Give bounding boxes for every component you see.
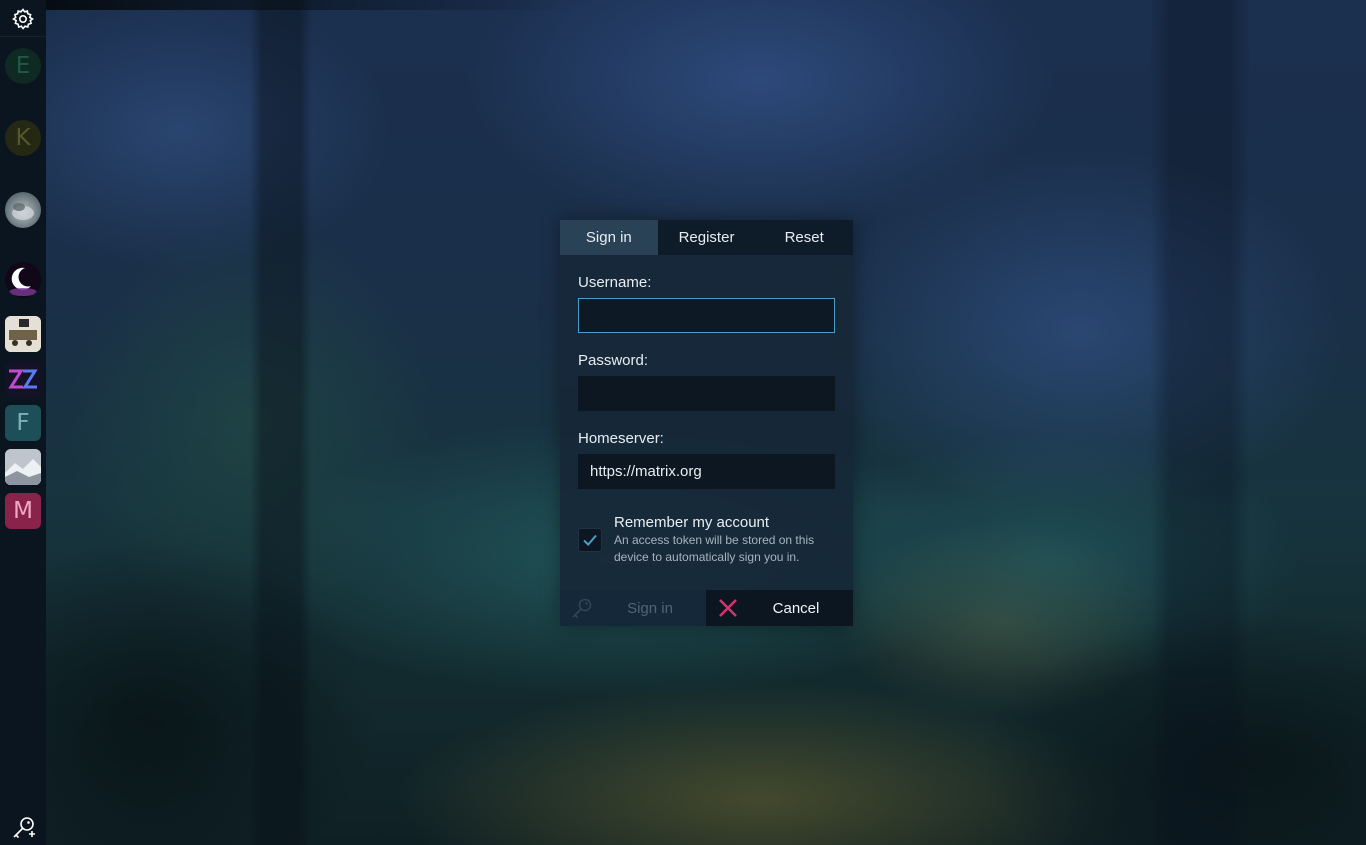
cancel-button[interactable]: Cancel (706, 590, 853, 626)
room-avatar-zz[interactable] (5, 361, 41, 397)
zz-avatar-icon (5, 361, 41, 397)
room-avatar-train[interactable] (5, 316, 41, 352)
settings-gear-icon[interactable] (11, 7, 35, 31)
room-avatar-letter: F (16, 410, 30, 436)
room-avatar-m[interactable]: M (5, 493, 41, 529)
check-icon (583, 534, 597, 546)
homeserver-input[interactable] (578, 454, 835, 489)
tab-register[interactable]: Register (657, 220, 756, 255)
moon-avatar-icon (5, 262, 41, 298)
sidebar-divider (0, 36, 46, 37)
x-icon (716, 596, 740, 620)
room-avatar-snow[interactable] (5, 449, 41, 485)
auth-tabs: Sign in Register Reset (560, 220, 854, 255)
grey-avatar-icon (12, 203, 34, 220)
homeserver-label: Homeserver: (578, 430, 664, 447)
key-icon (570, 596, 594, 620)
login-dialog: Sign in Register Reset Username: Passwor… (560, 220, 854, 626)
sign-in-label: Sign in (627, 600, 673, 617)
tab-label: Sign in (585, 229, 632, 246)
remember-description: An access token will be stored on this d… (614, 533, 815, 564)
tab-reset[interactable]: Reset (755, 220, 854, 255)
remember-account-option: Remember my account An access token will… (578, 512, 838, 572)
dialog-footer: Sign in Cancel (560, 590, 853, 626)
tab-label: Register (678, 229, 735, 246)
top-shadow (46, 0, 570, 10)
cancel-label: Cancel (772, 600, 820, 617)
room-avatar-e[interactable]: E (5, 48, 41, 84)
room-avatar-moon[interactable] (5, 262, 41, 298)
room-avatar-f[interactable]: F (5, 405, 41, 441)
room-avatar-letter: K (15, 125, 31, 151)
room-avatar-letter: M (13, 498, 33, 524)
room-sidebar: E K F M (0, 0, 46, 845)
username-input[interactable] (578, 298, 835, 333)
remember-checkbox[interactable] (578, 528, 602, 552)
username-label: Username: (578, 274, 652, 291)
train-avatar-icon (5, 316, 41, 352)
room-avatar-grey[interactable] (5, 192, 41, 228)
tab-label: Reset (784, 229, 824, 246)
tab-sign-in[interactable]: Sign in (560, 220, 658, 255)
remember-title: Remember my account (614, 514, 770, 531)
room-avatar-letter: E (15, 53, 31, 79)
snow-avatar-icon (5, 449, 41, 485)
password-input[interactable] (578, 376, 835, 411)
add-account-key-icon[interactable] (11, 814, 37, 840)
sign-in-button[interactable]: Sign in (560, 590, 706, 626)
password-label: Password: (578, 352, 649, 369)
room-avatar-k[interactable]: K (5, 120, 41, 156)
